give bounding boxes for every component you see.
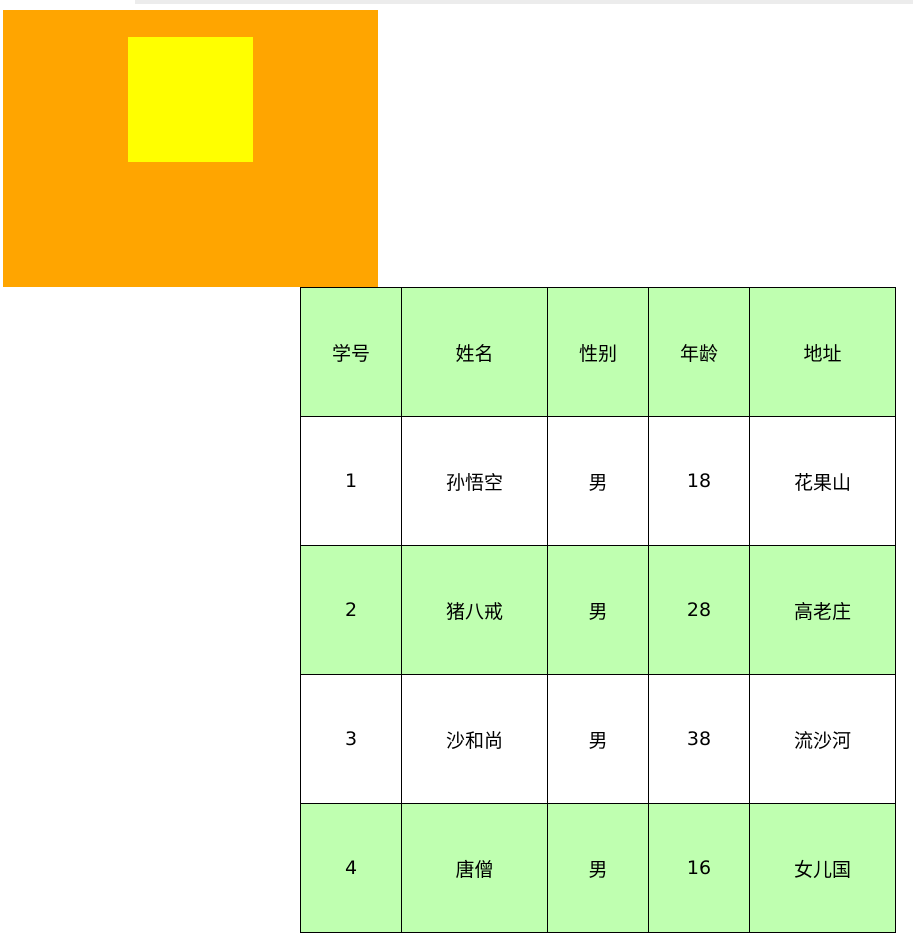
cell-address: 高老庄 [749, 545, 896, 675]
cell-age: 28 [648, 545, 750, 675]
table-row: 3 沙和尚 男 38 流沙河 [300, 674, 896, 804]
orange-box [3, 10, 378, 287]
header-cell-gender: 性别 [547, 287, 649, 417]
cell-gender: 男 [547, 803, 649, 933]
cell-age: 18 [648, 416, 750, 546]
cell-age: 16 [648, 803, 750, 933]
cell-name: 唐僧 [401, 803, 548, 933]
header-cell-name: 姓名 [401, 287, 548, 417]
cell-gender: 男 [547, 545, 649, 675]
cell-id: 2 [300, 545, 402, 675]
cell-id: 3 [300, 674, 402, 804]
cell-gender: 男 [547, 674, 649, 804]
header-cell-id: 学号 [300, 287, 402, 417]
cell-name: 沙和尚 [401, 674, 548, 804]
student-table: 学号 姓名 性别 年龄 地址 1 孙悟空 男 18 花果山 2 猪八戒 男 28… [300, 287, 896, 933]
cell-address: 花果山 [749, 416, 896, 546]
browser-top-edge [135, 0, 913, 4]
cell-age: 38 [648, 674, 750, 804]
table-header-row: 学号 姓名 性别 年龄 地址 [300, 287, 896, 417]
table-row: 1 孙悟空 男 18 花果山 [300, 416, 896, 546]
header-cell-address: 地址 [749, 287, 896, 417]
yellow-box [128, 37, 253, 162]
table-row: 4 唐僧 男 16 女儿国 [300, 803, 896, 933]
cell-address: 流沙河 [749, 674, 896, 804]
cell-id: 4 [300, 803, 402, 933]
cell-name: 猪八戒 [401, 545, 548, 675]
header-cell-age: 年龄 [648, 287, 750, 417]
cell-address: 女儿国 [749, 803, 896, 933]
cell-gender: 男 [547, 416, 649, 546]
table-row: 2 猪八戒 男 28 高老庄 [300, 545, 896, 675]
cell-id: 1 [300, 416, 402, 546]
cell-name: 孙悟空 [401, 416, 548, 546]
